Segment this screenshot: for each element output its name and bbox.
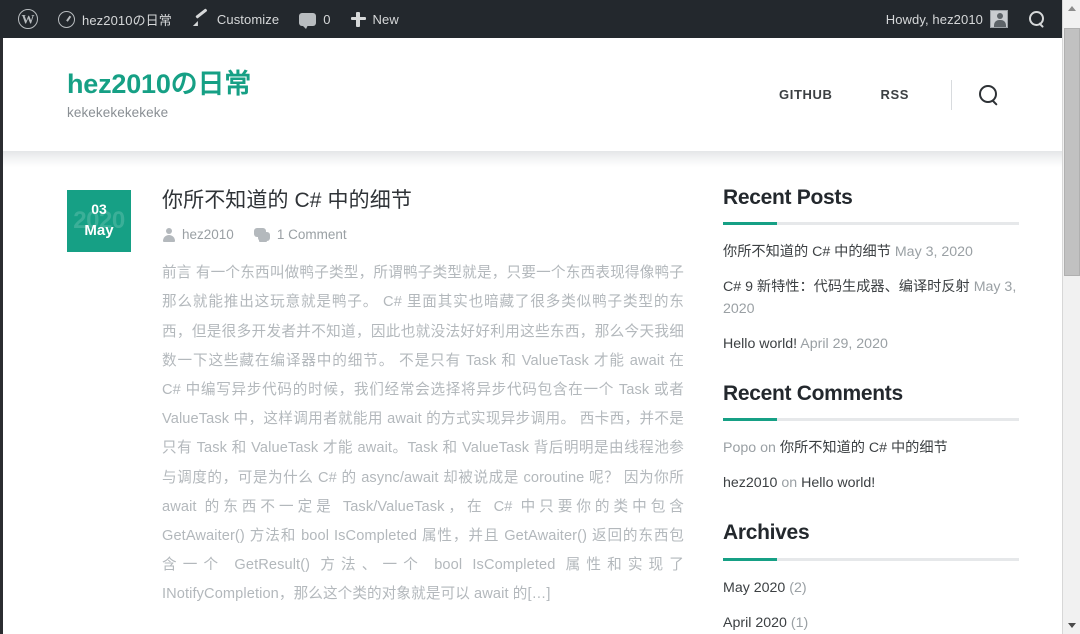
- post-comments-label: 1 Comment: [276, 227, 347, 243]
- comment-on-label: on: [781, 475, 798, 492]
- archive-label: April 2020: [723, 614, 787, 631]
- post-article: 2020 03 May 你所不知道的 C# 中的细节 hez2010 1 Com…: [67, 187, 684, 634]
- admin-bar-my-account[interactable]: Howdy, hez2010: [876, 0, 1018, 38]
- post-date-month: May: [84, 222, 114, 239]
- archives-list: May 2020 (2) April 2020 (1): [723, 577, 1019, 634]
- widget-title-recent-comments: Recent Comments: [723, 382, 903, 406]
- archive-count: (1): [790, 614, 809, 631]
- wp-logo-menu[interactable]: [8, 0, 48, 38]
- site-tagline: kekekekekekeke: [67, 105, 169, 121]
- sidebar: Recent Posts 你所不知道的 C# 中的细节 May 3, 2020 …: [723, 167, 1019, 634]
- recent-post-date: April 29, 2020: [800, 336, 888, 353]
- site-title[interactable]: hez2010の日常: [67, 69, 251, 100]
- main-navigation: GITHUB RSS: [755, 79, 1000, 110]
- brush-icon: [192, 11, 210, 27]
- avatar: [990, 10, 1008, 28]
- search-icon[interactable]: [978, 84, 1000, 106]
- comment-on-label: on: [760, 440, 776, 457]
- comment-bubble-icon: [299, 12, 317, 29]
- widget-rule: [723, 418, 1019, 422]
- nav-item-rss[interactable]: RSS: [856, 87, 933, 102]
- header-shadow: [3, 151, 1062, 167]
- site-header: hez2010の日常 kekekekekekeke GITHUB RSS: [3, 38, 1062, 151]
- widget-title-archives: Archives: [723, 521, 810, 545]
- post-comments[interactable]: 1 Comment: [253, 227, 347, 243]
- post-author-label: hez2010: [182, 227, 234, 243]
- scrollbar-thumb[interactable]: [1064, 28, 1080, 276]
- primary-column: 2020 03 May 你所不知道的 C# 中的细节 hez2010 1 Com…: [67, 167, 684, 634]
- widget-archives: Archives May 2020 (2) April 2020 (1): [723, 520, 1019, 633]
- nav-divider: [951, 79, 952, 110]
- post-body: 你所不知道的 C# 中的细节 hez2010 1 Comment 前言 有一个东…: [162, 187, 684, 634]
- search-icon: [1028, 10, 1046, 28]
- recent-post-title: C# 9 新特性：代码生成器、编译时反射: [723, 279, 970, 296]
- recent-post-title: Hello world!: [723, 336, 798, 353]
- list-item[interactable]: C# 9 新特性：代码生成器、编译时反射 May 3, 2020: [723, 276, 1019, 320]
- admin-bar-left-group: hez2010の日常 Customize 0 New: [0, 0, 409, 38]
- recent-comments-list: Popo on 你所不知道的 C# 中的细节 hez2010 on Hello …: [723, 437, 1019, 494]
- dashboard-icon: [58, 10, 75, 28]
- admin-bar-customize-label: Customize: [216, 11, 280, 27]
- admin-bar-search[interactable]: [1018, 0, 1056, 38]
- person-icon: [162, 227, 175, 242]
- scroll-down-arrow-icon[interactable]: [1063, 617, 1080, 634]
- post-date-badge: 2020 03 May: [67, 190, 131, 252]
- list-item[interactable]: Popo on 你所不知道的 C# 中的细节: [723, 437, 1019, 459]
- site-branding: hez2010の日常 kekekekekekeke: [67, 69, 251, 120]
- post-meta: hez2010 1 Comment: [162, 227, 684, 242]
- comment-author: Popo: [723, 440, 757, 457]
- admin-bar-new-label: New: [372, 11, 399, 27]
- nav-item-github[interactable]: GITHUB: [755, 87, 856, 102]
- recent-posts-list: 你所不知道的 C# 中的细节 May 3, 2020 C# 9 新特性：代码生成…: [723, 241, 1019, 355]
- wp-admin-bar: hez2010の日常 Customize 0 New Howdy, hez201…: [0, 0, 1062, 38]
- widget-rule: [723, 222, 1019, 226]
- comment-author: hez2010: [723, 475, 778, 492]
- comments-icon: [253, 228, 270, 241]
- widget-title-recent-posts: Recent Posts: [723, 186, 853, 209]
- recent-post-date: May 3, 2020: [894, 244, 973, 261]
- comment-post-title: 你所不知道的 C# 中的细节: [779, 440, 948, 457]
- archive-label: May 2020: [723, 579, 786, 596]
- post-date-day: 03: [91, 201, 107, 217]
- admin-bar-site-name[interactable]: hez2010の日常: [48, 0, 182, 38]
- widget-recent-posts: Recent Posts 你所不知道的 C# 中的细节 May 3, 2020 …: [723, 185, 1019, 355]
- admin-bar-customize[interactable]: Customize: [182, 0, 289, 38]
- plus-icon: [350, 11, 366, 27]
- comment-post-title: Hello world!: [801, 475, 876, 492]
- list-item[interactable]: Hello world! April 29, 2020: [723, 333, 1019, 355]
- scroll-up-arrow-icon[interactable]: [1063, 0, 1080, 17]
- list-item[interactable]: May 2020 (2): [723, 577, 1019, 599]
- admin-bar-comments[interactable]: 0: [289, 0, 340, 38]
- vertical-scrollbar[interactable]: [1062, 0, 1080, 634]
- post-title[interactable]: 你所不知道的 C# 中的细节: [162, 187, 684, 214]
- admin-bar-site-name-label: hez2010の日常: [82, 12, 172, 28]
- widget-rule: [723, 557, 1019, 561]
- list-item[interactable]: hez2010 on Hello world!: [723, 472, 1019, 494]
- admin-bar-new[interactable]: New: [341, 0, 409, 38]
- widget-recent-comments: Recent Comments Popo on 你所不知道的 C# 中的细节 h…: [723, 381, 1019, 494]
- archive-count: (2): [789, 579, 807, 596]
- list-item[interactable]: 你所不知道的 C# 中的细节 May 3, 2020: [723, 241, 1019, 263]
- list-item[interactable]: April 2020 (1): [723, 612, 1019, 634]
- content-area: 2020 03 May 你所不知道的 C# 中的细节 hez2010 1 Com…: [3, 167, 1062, 634]
- admin-bar-howdy-label: Howdy, hez2010: [885, 11, 983, 27]
- post-author[interactable]: hez2010: [162, 227, 234, 242]
- browser-viewport: hez2010の日常 Customize 0 New Howdy, hez201…: [0, 0, 1080, 634]
- wordpress-logo-icon: [18, 9, 38, 29]
- admin-bar-right-group: Howdy, hez2010: [876, 0, 1062, 38]
- recent-post-title: 你所不知道的 C# 中的细节: [723, 244, 891, 261]
- admin-bar-comments-count: 0: [323, 11, 331, 27]
- post-excerpt: 前言 有一个东西叫做鸭子类型，所谓鸭子类型就是，只要一个东西表现得像鸭子那么就能…: [162, 265, 684, 603]
